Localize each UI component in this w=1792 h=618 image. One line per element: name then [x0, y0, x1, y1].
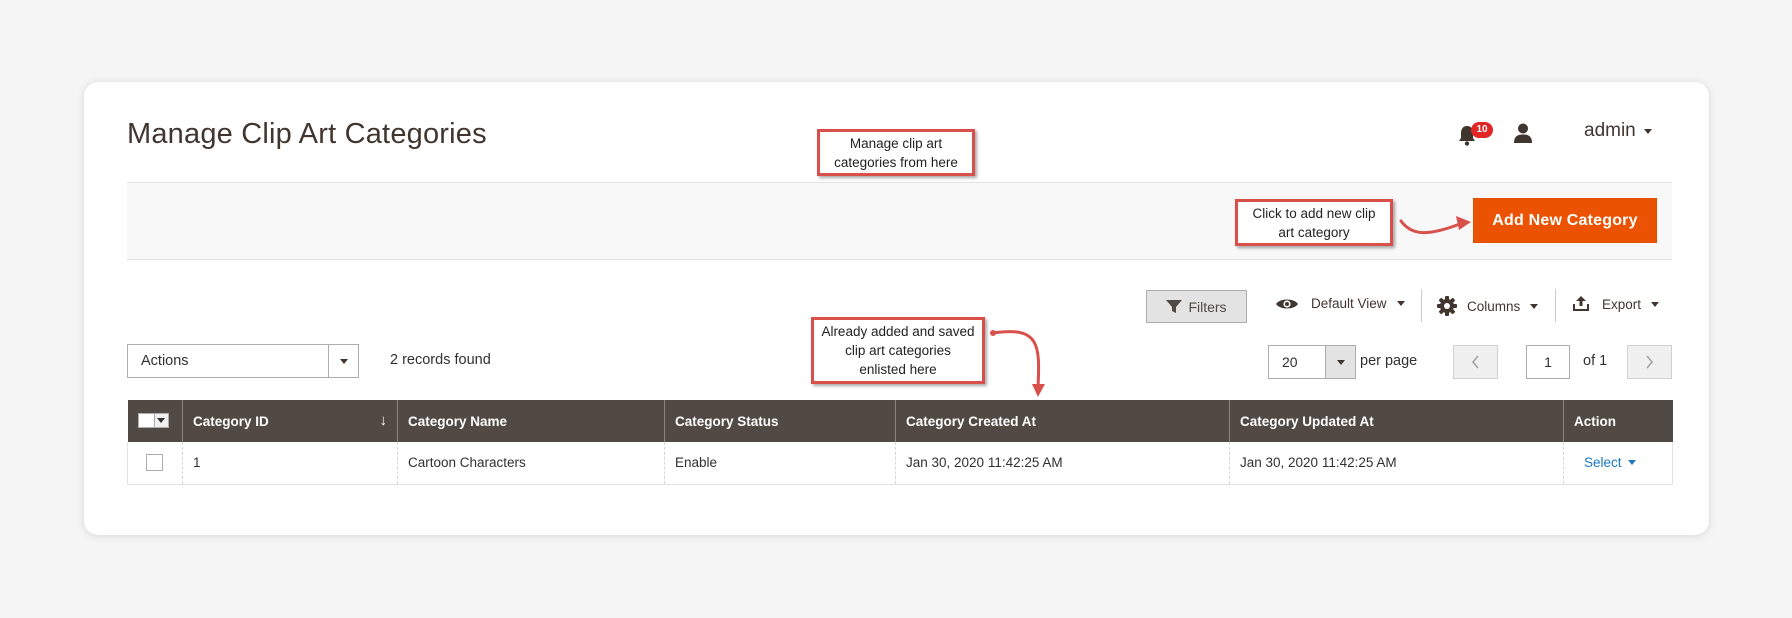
- sort-descending-icon: ↓: [379, 412, 388, 429]
- default-view-dropdown[interactable]: Default View: [1275, 296, 1405, 311]
- categories-grid: Category ID ↓ Category Name Category Sta…: [127, 400, 1673, 485]
- row-checkbox[interactable]: [146, 454, 163, 472]
- per-page-value: 20: [1282, 354, 1298, 370]
- chevron-right-icon: [1646, 355, 1654, 369]
- column-header-updated-at[interactable]: Category Updated At: [1229, 400, 1564, 442]
- gear-icon: [1437, 296, 1457, 316]
- export-dropdown[interactable]: Export: [1572, 296, 1660, 312]
- page-title: Manage Clip Art Categories: [127, 118, 487, 150]
- column-header-category-name[interactable]: Category Name: [397, 400, 665, 442]
- annotation-manage-categories: Manage clip art categories from here: [817, 129, 975, 176]
- columns-dropdown[interactable]: Columns: [1437, 296, 1539, 316]
- chevron-down-icon: [339, 358, 348, 364]
- column-header-category-status[interactable]: Category Status: [664, 400, 896, 442]
- columns-label: Columns: [1467, 298, 1521, 314]
- per-page-select[interactable]: 20: [1268, 345, 1356, 379]
- export-icon: [1573, 296, 1589, 311]
- previous-page-button[interactable]: [1453, 345, 1498, 379]
- category-id-cell: 1: [182, 442, 398, 485]
- updated-at-cell: Jan 30, 2020 11:42:25 AM: [1229, 442, 1564, 485]
- records-found-count: 2 records found: [390, 352, 491, 368]
- mass-select-header[interactable]: [127, 400, 183, 442]
- action-cell: Select: [1563, 442, 1673, 485]
- row-select-cell: [127, 442, 183, 485]
- column-header-created-at[interactable]: Category Created At: [895, 400, 1230, 442]
- funnel-icon: [1166, 299, 1183, 313]
- per-page-label: per page: [1360, 353, 1418, 369]
- admin-user-name: admin: [1584, 120, 1636, 141]
- mass-actions-toggle[interactable]: [328, 345, 358, 377]
- chevron-down-icon: [1651, 301, 1660, 307]
- column-header-category-id[interactable]: Category ID ↓: [182, 400, 398, 442]
- admin-user-menu[interactable]: admin: [1584, 120, 1652, 142]
- filters-label: Filters: [1188, 298, 1227, 315]
- page-actions-bar: [127, 182, 1672, 260]
- column-header-action: Action: [1563, 400, 1673, 442]
- chevron-left-icon: [1471, 355, 1479, 369]
- row-action-select[interactable]: Select: [1574, 455, 1636, 470]
- row-action-label: Select: [1584, 455, 1622, 471]
- total-pages-label: of 1: [1583, 353, 1608, 369]
- default-view-label: Default View: [1311, 296, 1387, 311]
- chevron-down-icon: [1643, 128, 1652, 134]
- annotation-enlisted-categories: Already added and saved clip art categor…: [811, 317, 985, 384]
- filters-button[interactable]: Filters: [1146, 290, 1247, 323]
- eye-icon: [1276, 299, 1298, 308]
- annotation-add-category: Click to add new clip art category: [1235, 199, 1393, 246]
- current-page-input[interactable]: 1: [1526, 345, 1570, 379]
- chevron-down-icon: [1530, 303, 1539, 309]
- notification-count-badge: 10: [1471, 122, 1493, 138]
- toolbar-divider: [1421, 289, 1422, 322]
- mass-actions-value: Actions: [141, 353, 189, 369]
- add-new-category-button[interactable]: Add New Category: [1473, 198, 1657, 243]
- created-at-cell: Jan 30, 2020 11:42:25 AM: [895, 442, 1230, 485]
- user-account-icon[interactable]: [1512, 122, 1534, 144]
- mass-select-checkbox[interactable]: [137, 412, 169, 428]
- column-header-label: Category ID: [193, 413, 269, 429]
- category-status-cell: Enable: [664, 442, 896, 485]
- grid-header-row: Category ID ↓ Category Name Category Sta…: [127, 400, 1673, 442]
- chevron-down-icon: [1627, 460, 1636, 466]
- chevron-down-icon: [157, 417, 165, 423]
- export-label: Export: [1602, 296, 1642, 312]
- toolbar-divider: [1555, 289, 1556, 322]
- table-row: 1 Cartoon Characters Enable Jan 30, 2020…: [127, 442, 1673, 485]
- chevron-down-icon: [1336, 359, 1345, 365]
- mass-actions-select[interactable]: Actions: [127, 344, 359, 378]
- category-name-cell: Cartoon Characters: [397, 442, 665, 485]
- next-page-button[interactable]: [1627, 345, 1672, 379]
- chevron-down-icon: [1396, 301, 1405, 306]
- per-page-toggle[interactable]: [1325, 346, 1355, 378]
